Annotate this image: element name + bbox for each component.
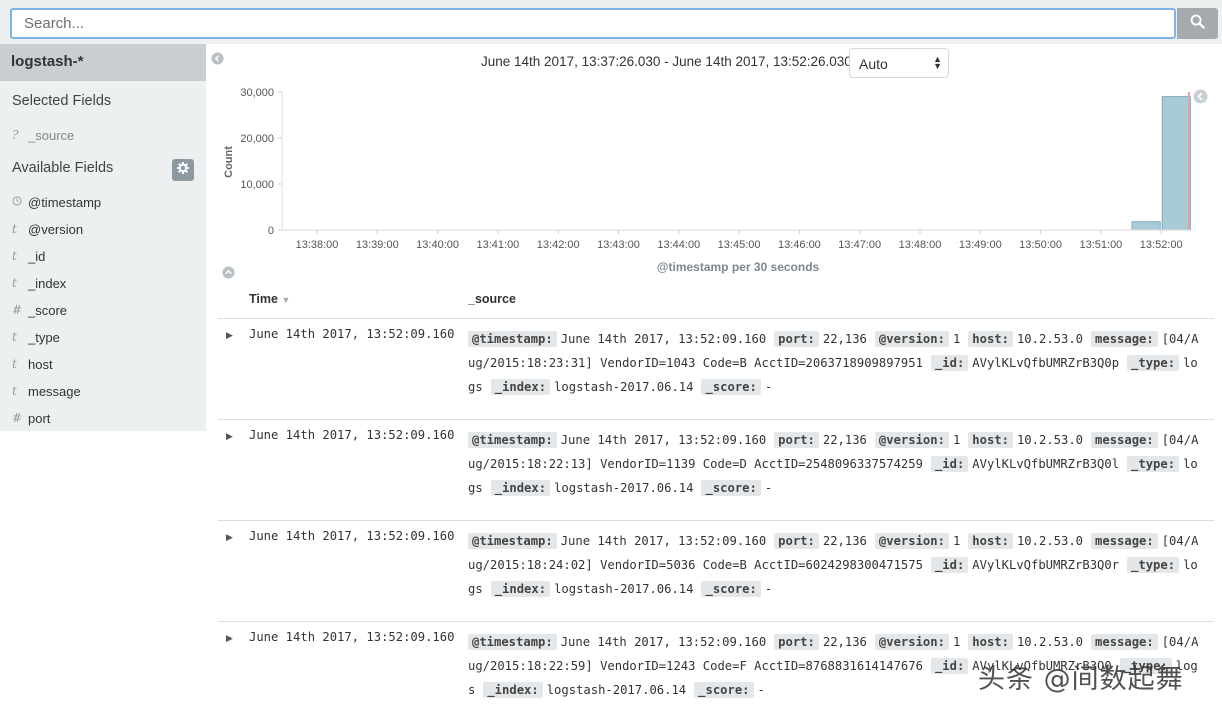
interval-value: Auto bbox=[859, 56, 888, 72]
field-name: host bbox=[28, 356, 53, 372]
interval-select[interactable]: Auto ▲ ▼ bbox=[849, 48, 949, 78]
time-column-header[interactable]: Time ▼ bbox=[249, 292, 290, 306]
y-axis-label: Count bbox=[223, 146, 235, 178]
field-source[interactable]: ? _source bbox=[12, 125, 74, 145]
field-sidebar: logstash-* Selected Fields ? _source Ava… bbox=[0, 44, 206, 431]
sort-down-icon[interactable]: ▼ bbox=[281, 295, 290, 305]
clock-icon bbox=[12, 195, 28, 209]
histogram-chart[interactable]: Count 30,000 20,000 10,000 0 13:38:00 13:39:… bbox=[218, 80, 1214, 276]
expand-caret-icon[interactable]: ▶ bbox=[226, 633, 233, 644]
x-tick-label: 13:49:00 bbox=[959, 239, 1002, 251]
collapse-chart-button[interactable] bbox=[222, 266, 235, 284]
field-port[interactable]: # port bbox=[12, 408, 50, 428]
x-tick-label: 13:46:00 bbox=[778, 239, 821, 251]
histogram-bar[interactable] bbox=[1161, 96, 1191, 231]
row-time: June 14th 2017, 13:52:09.160 bbox=[249, 529, 455, 543]
table-row[interactable]: ▶ June 14th 2017, 13:52:09.160 @timestam… bbox=[218, 318, 1214, 419]
row-source: @timestamp: June 14th 2017, 13:52:09.160 p… bbox=[468, 331, 1199, 395]
field-message[interactable]: t message bbox=[12, 381, 81, 401]
x-tick-label: 13:39:00 bbox=[356, 239, 399, 251]
field-name: _id bbox=[28, 248, 46, 264]
string-type-icon: t bbox=[12, 330, 17, 344]
field-name: port bbox=[28, 410, 51, 426]
y-tick-label: 10,000 bbox=[240, 179, 274, 191]
chevron-up-icon bbox=[222, 266, 235, 283]
row-time: June 14th 2017, 13:52:09.160 bbox=[249, 428, 455, 442]
x-tick-label: 13:44:00 bbox=[657, 239, 700, 251]
y-tick-label: 0 bbox=[268, 225, 274, 237]
expand-caret-icon[interactable]: ▶ bbox=[226, 532, 233, 543]
x-tick-label: 13:41:00 bbox=[476, 239, 519, 251]
field-index[interactable]: t _index bbox=[12, 273, 66, 293]
field-timestamp[interactable]: @timestamp bbox=[12, 192, 101, 212]
x-axis-label: @timestamp per 30 seconds bbox=[657, 260, 820, 274]
field-name: message bbox=[28, 383, 81, 399]
x-tick-label: 13:45:00 bbox=[718, 239, 761, 251]
string-type-icon: t bbox=[12, 222, 17, 236]
x-tick-label: 13:48:00 bbox=[899, 239, 942, 251]
table-row[interactable]: ▶ June 14th 2017, 13:52:09.160 @timestam… bbox=[218, 419, 1214, 520]
row-time: June 14th 2017, 13:52:09.160 bbox=[249, 327, 455, 341]
field-version[interactable]: t @version bbox=[12, 219, 83, 239]
x-tick-label: 13:50:00 bbox=[1019, 239, 1062, 251]
field-host[interactable]: t host bbox=[12, 354, 53, 374]
field-name: _score bbox=[28, 302, 68, 318]
row-source: @timestamp: June 14th 2017, 13:52:09.160 p… bbox=[468, 533, 1199, 597]
field-settings-button[interactable] bbox=[172, 159, 194, 181]
collapse-chart-right-button[interactable] bbox=[1193, 89, 1208, 109]
selected-fields-title: Selected Fields bbox=[12, 93, 112, 109]
expand-caret-icon[interactable]: ▶ bbox=[226, 330, 233, 341]
string-type-icon: t bbox=[12, 249, 17, 263]
x-tick-label: 13:52:00 bbox=[1140, 239, 1183, 251]
chevron-left-icon bbox=[1193, 89, 1208, 108]
search-icon bbox=[1190, 14, 1205, 34]
string-type-icon: t bbox=[12, 384, 17, 398]
field-score[interactable]: # _score bbox=[12, 300, 67, 320]
field-name: @timestamp bbox=[28, 194, 102, 210]
field-name: _type bbox=[28, 329, 60, 345]
x-tick-label: 13:42:00 bbox=[537, 239, 580, 251]
field-id[interactable]: t _id bbox=[12, 246, 45, 266]
number-type-icon: # bbox=[12, 411, 23, 425]
search-bar bbox=[0, 0, 1222, 44]
y-tick-label: 30,000 bbox=[240, 87, 274, 99]
row-time: June 14th 2017, 13:52:09.160 bbox=[249, 630, 455, 644]
row-source: @timestamp: June 14th 2017, 13:52:09.160 p… bbox=[468, 432, 1199, 496]
select-arrows-icon: ▲ ▼ bbox=[933, 54, 942, 71]
string-type-icon: t bbox=[12, 357, 17, 371]
field-name: @version bbox=[28, 221, 84, 237]
collapse-sidebar-button[interactable] bbox=[211, 52, 224, 70]
available-fields-title: Available Fields bbox=[12, 160, 114, 176]
field-name: _index bbox=[28, 275, 67, 291]
index-pattern-title[interactable]: logstash-* bbox=[0, 44, 206, 81]
unknown-type-icon: ? bbox=[12, 128, 19, 142]
string-type-icon: t bbox=[12, 276, 17, 290]
table-row[interactable]: ▶ June 14th 2017, 13:52:09.160 @timestam… bbox=[218, 520, 1214, 621]
search-button[interactable] bbox=[1177, 8, 1218, 39]
expand-caret-icon[interactable]: ▶ bbox=[226, 431, 233, 442]
x-tick-label: 13:40:00 bbox=[416, 239, 459, 251]
gear-icon bbox=[177, 161, 189, 179]
x-tick-label: 13:47:00 bbox=[838, 239, 881, 251]
watermark: 头条 @间数起舞 bbox=[978, 664, 1184, 695]
column-title: Time bbox=[249, 292, 278, 306]
x-tick-label: 13:43:00 bbox=[597, 239, 640, 251]
number-type-icon: # bbox=[12, 303, 23, 317]
search-input[interactable] bbox=[10, 8, 1176, 39]
chevron-left-icon bbox=[211, 52, 224, 69]
field-type[interactable]: t _type bbox=[12, 327, 60, 347]
x-tick-label: 13:38:00 bbox=[296, 239, 339, 251]
source-column-header: _source bbox=[468, 292, 516, 306]
y-tick-label: 20,000 bbox=[240, 133, 274, 145]
x-tick-label: 13:51:00 bbox=[1079, 239, 1122, 251]
histogram-bar[interactable] bbox=[1131, 221, 1161, 231]
time-range-label: June 14th 2017, 13:37:26.030 - June 14th… bbox=[481, 54, 870, 69]
field-name: _source bbox=[28, 127, 75, 143]
